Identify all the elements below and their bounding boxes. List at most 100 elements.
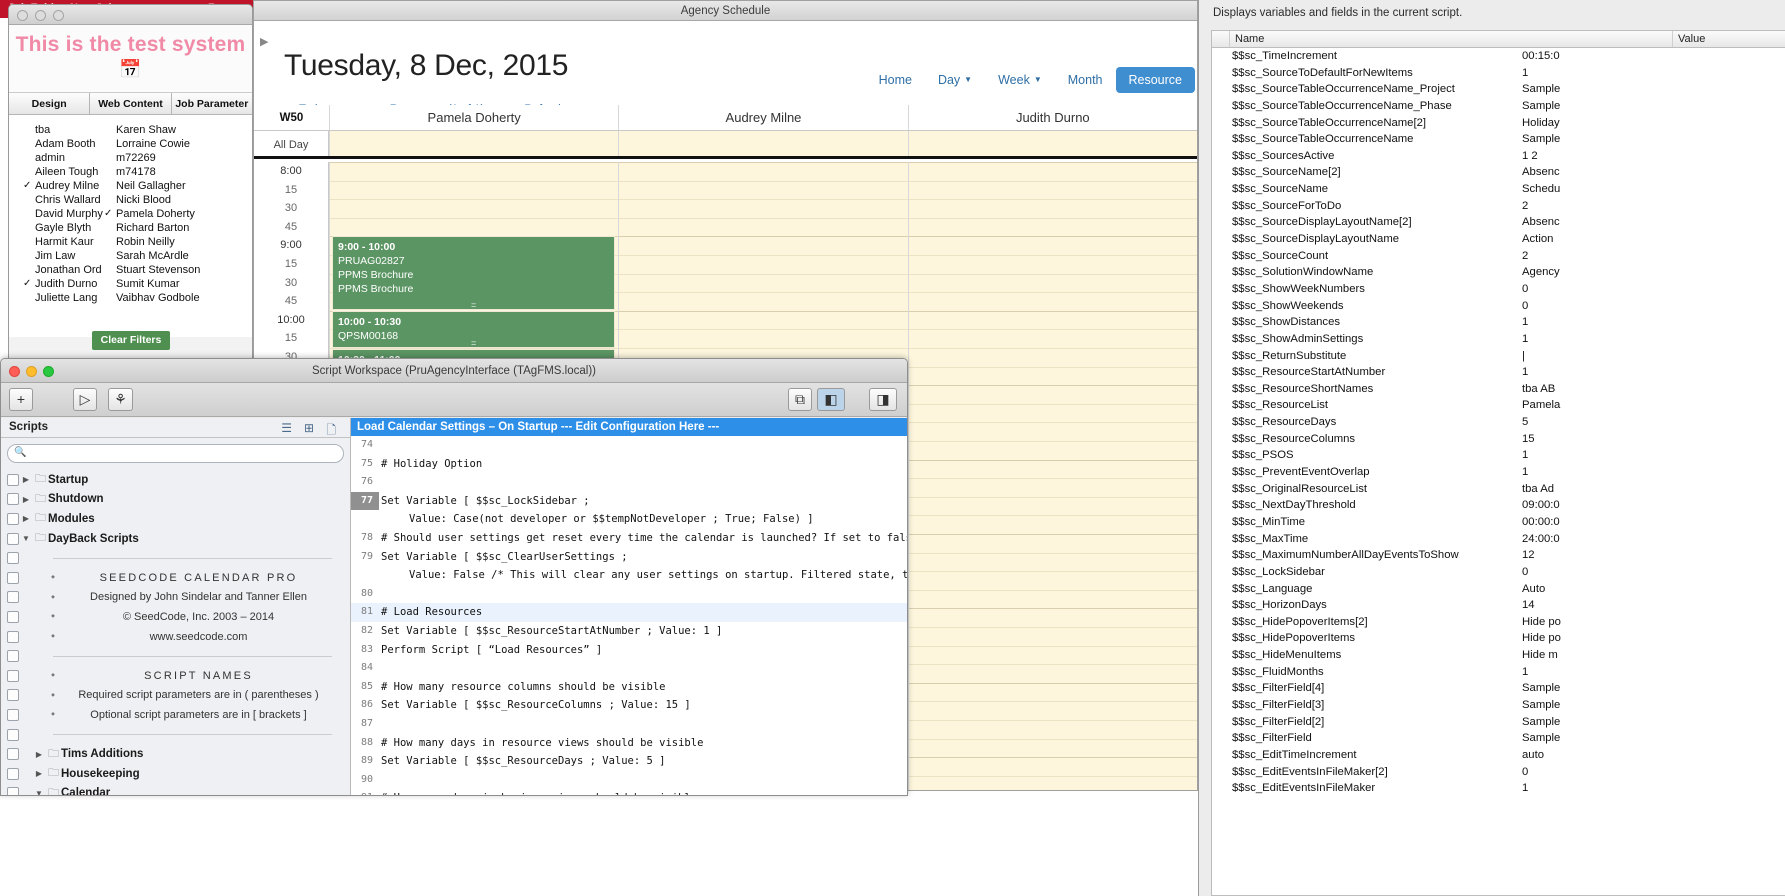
- script-folder-row[interactable]: ▶ 🗀 Housekeeping: [1, 764, 350, 784]
- row-checkbox[interactable]: [7, 728, 19, 741]
- split-view-right-icon[interactable]: ◨: [869, 388, 897, 411]
- code-line[interactable]: 82 Set Variable [ $$sc_ResourceStartAtNum…: [351, 622, 907, 641]
- variable-row[interactable]: $$sc_ResourceShortNames tba AB: [1212, 381, 1785, 398]
- script-comment-row[interactable]: ⬩ www.seedcode.com: [1, 627, 350, 647]
- code-line[interactable]: 79 Set Variable [ $$sc_ClearUserSettings …: [351, 548, 907, 585]
- variable-row[interactable]: $$sc_SourceForToDo 2: [1212, 198, 1785, 215]
- variable-row[interactable]: $$sc_TimeIncrement 00:15:0: [1212, 48, 1785, 65]
- resource-filter-item[interactable]: Karen Shaw: [104, 123, 200, 137]
- event-resize-handle[interactable]: =: [333, 301, 614, 310]
- minimize-button[interactable]: [35, 10, 46, 21]
- close-button[interactable]: [17, 10, 28, 21]
- chevron-right-icon[interactable]: ▶: [19, 495, 33, 504]
- all-day-cell[interactable]: [329, 131, 619, 156]
- row-checkbox[interactable]: [7, 473, 19, 486]
- resource-filter-item[interactable]: Gayle Blyth: [23, 221, 103, 235]
- script-folder-row[interactable]: ▶ 🗀 Startup: [1, 470, 350, 490]
- code-line[interactable]: 81 # Load Resources: [351, 603, 907, 622]
- code-line[interactable]: 86 Set Variable [ $$sc_ResourceColumns ; …: [351, 696, 907, 715]
- resource-filter-item[interactable]: ✓ Judith Durno: [23, 277, 103, 291]
- scripts-search-field[interactable]: 🔍: [7, 444, 344, 463]
- script-comment-row[interactable]: ⬩ Designed by John Sindelar and Tanner El…: [1, 588, 350, 608]
- view-button-month[interactable]: Month: [1055, 67, 1116, 93]
- view-button-day[interactable]: Day ▼: [925, 67, 985, 93]
- script-folder-row[interactable]: ▼ 🗀 Calendar: [1, 784, 350, 795]
- variable-row[interactable]: $$sc_HidePopoverItems[2] Hide po: [1212, 614, 1785, 631]
- row-checkbox[interactable]: [7, 669, 19, 682]
- code-line[interactable]: 77 Set Variable [ $$sc_LockSidebar ; Value…: [351, 491, 907, 529]
- row-checkbox[interactable]: [7, 532, 19, 545]
- resource-filter-item[interactable]: Vaibhav Godbole: [104, 291, 200, 305]
- variable-row[interactable]: $$sc_ResourceDays 5: [1212, 414, 1785, 431]
- variable-row[interactable]: $$sc_SourceTableOccurrenceName[2] Holiday: [1212, 115, 1785, 132]
- row-checkbox[interactable]: [7, 748, 19, 761]
- variable-row[interactable]: $$sc_OriginalResourceList tba Ad: [1212, 481, 1785, 498]
- row-checkbox[interactable]: [7, 552, 19, 565]
- variable-row[interactable]: $$sc_EditEventsInFileMaker[2] 0: [1212, 764, 1785, 781]
- row-checkbox[interactable]: [7, 650, 19, 663]
- variable-row[interactable]: $$sc_ResourceList Pamela: [1212, 397, 1785, 414]
- script-comment-row[interactable]: ⬩ © SeedCode, Inc. 2003 – 2014: [1, 607, 350, 627]
- variable-row[interactable]: $$sc_SourceName Schedu: [1212, 181, 1785, 198]
- code-line[interactable]: 84: [351, 659, 907, 678]
- variable-row[interactable]: $$sc_ShowWeekends 0: [1212, 298, 1785, 315]
- code-line[interactable]: 76: [351, 473, 907, 492]
- resource-filter-item[interactable]: ✓ Pamela Doherty: [104, 207, 200, 221]
- tab-job-parameter[interactable]: Job Parameter: [171, 93, 252, 114]
- variable-row[interactable]: $$sc_FilterField[3] Sample: [1212, 697, 1785, 714]
- resource-filter-item[interactable]: m74178: [104, 165, 200, 179]
- variable-row[interactable]: $$sc_LockSidebar 0: [1212, 564, 1785, 581]
- variable-row[interactable]: $$sc_FilterField Sample: [1212, 730, 1785, 747]
- all-day-cell[interactable]: [907, 131, 1197, 156]
- row-checkbox[interactable]: [7, 689, 19, 702]
- row-checkbox[interactable]: [7, 630, 19, 643]
- resource-filter-item[interactable]: David Murphy: [23, 207, 103, 221]
- variable-row[interactable]: $$sc_FilterField[4] Sample: [1212, 680, 1785, 697]
- resource-filter-item[interactable]: m72269: [104, 151, 200, 165]
- variable-row[interactable]: $$sc_SourceDisplayLayoutName[2] Absenc: [1212, 214, 1785, 231]
- code-line[interactable]: 80: [351, 585, 907, 604]
- resource-filter-item[interactable]: Nicki Blood: [104, 193, 200, 207]
- event-resize-handle[interactable]: =: [333, 339, 614, 348]
- resource-filter-item[interactable]: Jonathan Ord: [23, 263, 103, 277]
- sidebar-toggle-icon[interactable]: ▶: [260, 35, 268, 48]
- code-line[interactable]: 90: [351, 771, 907, 790]
- row-checkbox[interactable]: [7, 610, 19, 623]
- resource-filter-item[interactable]: Richard Barton: [104, 221, 200, 235]
- resource-filter-item[interactable]: Robin Neilly: [104, 235, 200, 249]
- duplicate-pane-icon[interactable]: ⧉: [788, 388, 812, 411]
- resource-filter-item[interactable]: admin: [23, 151, 103, 165]
- variable-row[interactable]: $$sc_SourceCount 2: [1212, 248, 1785, 265]
- resource-filter-item[interactable]: Juliette Lang: [23, 291, 103, 305]
- script-comment-row[interactable]: ⬩ SEEDCODE CALENDAR PRO: [1, 568, 350, 588]
- resource-filter-item[interactable]: Stuart Stevenson: [104, 263, 200, 277]
- variable-row[interactable]: $$sc_SourceTableOccurrenceName Sample: [1212, 131, 1785, 148]
- code-line[interactable]: 87: [351, 715, 907, 734]
- variable-row[interactable]: $$sc_EditEventsInFileMaker 1: [1212, 780, 1785, 797]
- variable-row[interactable]: $$sc_ReturnSubstitute |: [1212, 348, 1785, 365]
- variable-row[interactable]: $$sc_HorizonDays 14: [1212, 597, 1785, 614]
- variable-row[interactable]: $$sc_SourceToDefaultForNewItems 1: [1212, 65, 1785, 82]
- new-script-button[interactable]: +: [9, 388, 33, 411]
- resource-filter-item[interactable]: tba: [23, 123, 103, 137]
- chevron-down-icon[interactable]: ▼: [19, 534, 33, 543]
- split-view-left-icon[interactable]: ◧: [817, 388, 845, 411]
- resource-lane[interactable]: [907, 162, 1197, 790]
- calendar-event[interactable]: 10:00 - 10:30 QPSM00168 =: [332, 311, 616, 348]
- resource-filter-item[interactable]: Chris Wallard: [23, 193, 103, 207]
- variable-row[interactable]: $$sc_MinTime 00:00:0: [1212, 514, 1785, 531]
- chevron-right-icon[interactable]: ▶: [32, 750, 46, 759]
- resource-filter-item[interactable]: Jim Law: [23, 249, 103, 263]
- view-button-home[interactable]: Home: [866, 67, 925, 93]
- variable-row[interactable]: $$sc_Language Auto: [1212, 581, 1785, 598]
- variable-row[interactable]: $$sc_PreventEventOverlap 1: [1212, 464, 1785, 481]
- resource-filter-item[interactable]: Aileen Tough: [23, 165, 103, 179]
- variable-row[interactable]: $$sc_SourceTableOccurrenceName_Phase Samp…: [1212, 98, 1785, 115]
- variable-row[interactable]: $$sc_HidePopoverItems Hide po: [1212, 630, 1785, 647]
- variable-row[interactable]: $$sc_SourceDisplayLayoutName Action: [1212, 231, 1785, 248]
- variable-row[interactable]: $$sc_HideMenuItems Hide m: [1212, 647, 1785, 664]
- resource-filter-item[interactable]: Sarah McArdle: [104, 249, 200, 263]
- resource-filter-item[interactable]: Harmit Kaur: [23, 235, 103, 249]
- variable-row[interactable]: $$sc_MaximumNumberAllDayEventsToShow 12: [1212, 547, 1785, 564]
- zoom-button[interactable]: [53, 10, 64, 21]
